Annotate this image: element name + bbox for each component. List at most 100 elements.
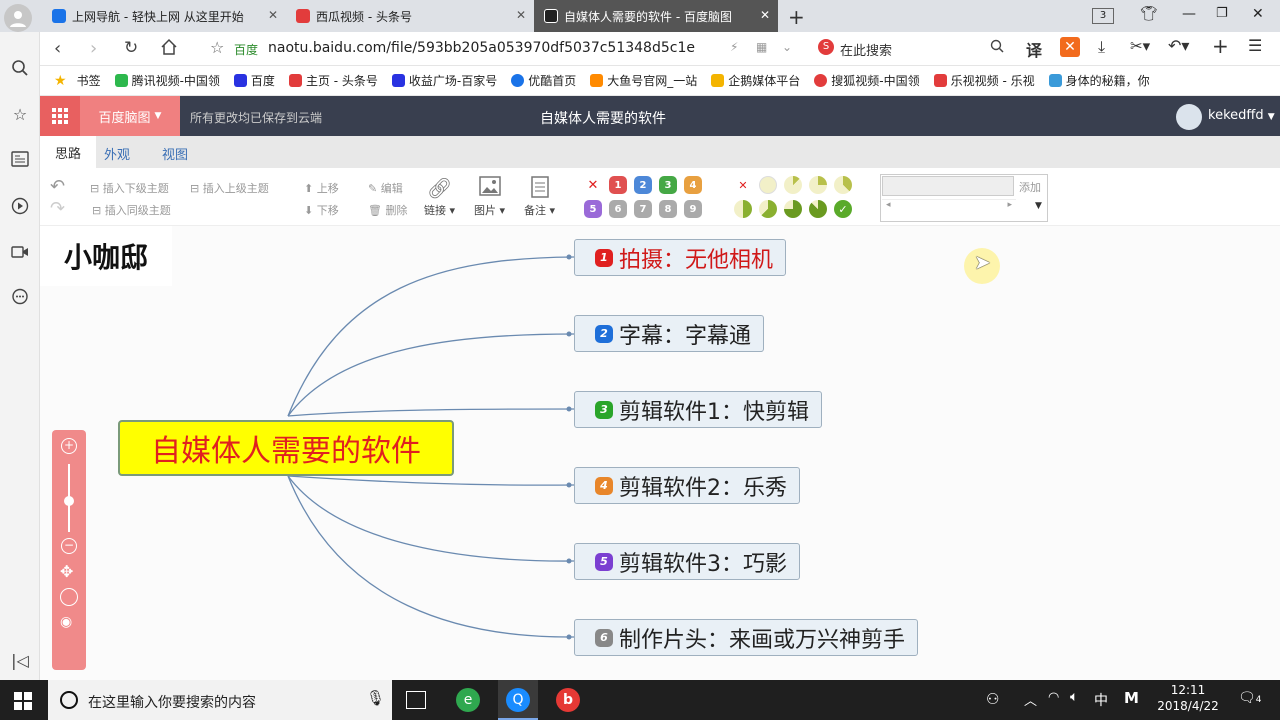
progress-0-icon[interactable] xyxy=(759,176,777,194)
edit-button[interactable]: ✎ 编辑 xyxy=(368,180,403,196)
video-camera-icon[interactable] xyxy=(8,240,32,264)
redo-icon[interactable]: ↷ xyxy=(50,198,65,219)
app-menu-button[interactable]: 百度脑图 ▼ xyxy=(80,96,180,136)
tab-3[interactable]: 自媒体人需要的软件 - 百度脑图 ✕ xyxy=(534,0,778,32)
move-icon[interactable]: ✥ xyxy=(60,562,73,581)
chevron-up-icon[interactable]: ︿ xyxy=(1024,690,1037,709)
undo-icon[interactable]: ↶▾ xyxy=(1168,36,1189,55)
child-node-6[interactable]: 6 制作片头：来画或万兴神剪手 xyxy=(574,619,919,656)
download-icon[interactable]: ⤓ xyxy=(1098,37,1105,57)
tab-count-badge[interactable]: 3 xyxy=(1092,8,1114,24)
notification-icon[interactable]: 🗨︎4 xyxy=(1238,690,1262,706)
new-tab-button[interactable]: + xyxy=(788,5,805,29)
bookmark-item[interactable]: 百度 xyxy=(233,72,275,89)
locate-icon[interactable] xyxy=(60,588,78,606)
url-field[interactable]: naotu.baidu.com/file/593bb205a053970df50… xyxy=(268,40,695,56)
menu-icon[interactable]: ☰ xyxy=(1248,36,1262,55)
bookmark-item[interactable]: 优酷首页 xyxy=(511,72,576,89)
zoom-slider-thumb[interactable] xyxy=(64,496,74,506)
username[interactable]: kekedffd ▼ xyxy=(1208,108,1275,123)
insert-parent-button[interactable]: ⊟ 插入上级主题 xyxy=(190,180,269,196)
taskbar-search[interactable]: 在这里输入你要搜索的内容 🎙︎ xyxy=(48,680,392,720)
delete-button[interactable]: 🗑︎ 删除 xyxy=(368,202,407,218)
mindmap-canvas[interactable]: 小咖邸 自媒体人需要的软件 1 拍摄：无他相机 2 字幕：字幕通 3 剪辑软件1… xyxy=(40,226,1280,680)
play-icon[interactable] xyxy=(8,194,32,218)
back-icon[interactable]: ‹ xyxy=(54,38,61,59)
scroll-right-icon[interactable]: ▸ xyxy=(1007,200,1012,217)
progress-4-icon[interactable] xyxy=(734,200,752,218)
progress-2-icon[interactable] xyxy=(809,176,827,194)
priority-8[interactable]: 8 xyxy=(659,200,677,218)
taskbar-search-input[interactable]: 在这里输入你要搜索的内容 xyxy=(88,692,256,712)
bookmark-item[interactable]: 搜狐视频-中国领 xyxy=(814,72,920,89)
close-icon[interactable]: ✕ xyxy=(760,8,770,22)
child-node-4[interactable]: 4 剪辑软件2：乐秀 xyxy=(574,467,800,504)
remove-progress-icon[interactable]: ✕ xyxy=(734,176,752,194)
search-icon[interactable] xyxy=(8,56,32,80)
zoom-out-icon[interactable]: − xyxy=(61,538,77,554)
tab-view[interactable]: 视图 xyxy=(162,144,188,163)
tab-2[interactable]: 西瓜视频 - 头条号 ✕ xyxy=(286,0,534,32)
insert-sibling-button[interactable]: ⊟ 插入同级主题 xyxy=(92,202,171,218)
lightning-icon[interactable]: ⚡︎ xyxy=(730,40,738,54)
progress-7-icon[interactable] xyxy=(809,200,827,218)
bookmark-item[interactable]: ★ 书签 xyxy=(54,72,101,89)
progress-5-icon[interactable] xyxy=(759,200,777,218)
tag-input[interactable] xyxy=(882,176,1014,196)
tab-1[interactable]: 上网导航 - 轻快上网 从这里开始 ✕ xyxy=(42,0,286,32)
progress-6-icon[interactable] xyxy=(784,200,802,218)
bookmark-item[interactable]: 腾讯视频-中国领 xyxy=(114,72,220,89)
ime-indicator[interactable]: 中 xyxy=(1094,690,1108,710)
progress-1-icon[interactable] xyxy=(784,176,802,194)
maximize-icon[interactable]: ❐ xyxy=(1216,6,1228,21)
image-button[interactable]: 图片 ▾ xyxy=(474,176,505,218)
browser-app-icon[interactable]: e xyxy=(456,688,480,712)
link-button[interactable]: 🔗︎ 链接 ▾ xyxy=(424,176,455,218)
undo-icon[interactable]: ↶ xyxy=(50,176,65,197)
wifi-icon[interactable]: ◠ xyxy=(1048,690,1059,705)
bookmark-star-icon[interactable]: ☆ xyxy=(210,38,224,57)
move-down-button[interactable]: ⬇︎ 下移 xyxy=(304,202,339,218)
caret-down-icon[interactable]: ▼ xyxy=(1035,201,1042,211)
remove-priority-icon[interactable]: ✕ xyxy=(584,176,602,194)
priority-2[interactable]: 2 xyxy=(634,176,652,194)
priority-4[interactable]: 4 xyxy=(684,176,702,194)
news-icon[interactable] xyxy=(8,147,32,171)
add-icon[interactable]: + xyxy=(1212,34,1229,58)
windows-start-icon[interactable] xyxy=(14,692,32,713)
chevron-down-icon[interactable]: ⌄ xyxy=(782,40,792,54)
search-input[interactable]: 在此搜索 xyxy=(840,40,892,59)
collapse-sidebar-icon[interactable]: |◁ xyxy=(8,648,32,672)
insert-child-button[interactable]: ⊟ 插入下级主题 xyxy=(90,180,169,196)
note-button[interactable]: 备注 ▾ xyxy=(524,176,555,218)
close-icon[interactable]: ✕ xyxy=(516,8,526,22)
child-node-1[interactable]: 1 拍摄：无他相机 xyxy=(574,239,787,276)
priority-7[interactable]: 7 xyxy=(634,200,652,218)
zoom-in-icon[interactable]: + xyxy=(61,438,77,454)
clock[interactable]: 12:11 2018/4/22 xyxy=(1156,683,1220,713)
microphone-icon[interactable]: 🎙︎ xyxy=(366,689,385,707)
star-icon[interactable]: ☆ xyxy=(8,102,32,126)
bookmark-item[interactable]: 企鹅媒体平台 xyxy=(711,72,800,89)
search-engine-icon[interactable]: S xyxy=(818,39,834,55)
shirt-icon[interactable]: 👕︎ xyxy=(1140,6,1158,22)
child-node-3[interactable]: 3 剪辑软件1：快剪辑 xyxy=(574,391,822,428)
ime-mode-icon[interactable]: M xyxy=(1124,689,1139,707)
apps-grid-icon[interactable] xyxy=(40,96,80,136)
move-up-button[interactable]: ⬆︎ 上移 xyxy=(304,180,339,196)
chat-icon[interactable] xyxy=(8,285,32,309)
progress-3-icon[interactable] xyxy=(834,176,852,194)
bookmark-item[interactable]: 乐视视频 - 乐视 xyxy=(933,72,1035,89)
priority-3[interactable]: 3 xyxy=(659,176,677,194)
child-node-2[interactable]: 2 字幕：字幕通 xyxy=(574,315,765,352)
profile-avatar-icon[interactable] xyxy=(4,4,32,32)
bookmark-item[interactable]: 主页 - 头条号 xyxy=(288,72,378,89)
task-view-icon[interactable] xyxy=(406,691,426,709)
tag-scrollbar[interactable]: ◂ ▸ xyxy=(882,199,1016,217)
active-app-slot[interactable]: Q xyxy=(498,680,538,720)
tab-appearance[interactable]: 外观 xyxy=(104,144,130,163)
tab-idea[interactable]: 思路 xyxy=(40,136,96,168)
reload-icon[interactable]: ↻ xyxy=(124,38,138,58)
reader-icon[interactable]: ▦ xyxy=(756,40,767,54)
translate-button[interactable]: 译 xyxy=(1026,37,1042,61)
